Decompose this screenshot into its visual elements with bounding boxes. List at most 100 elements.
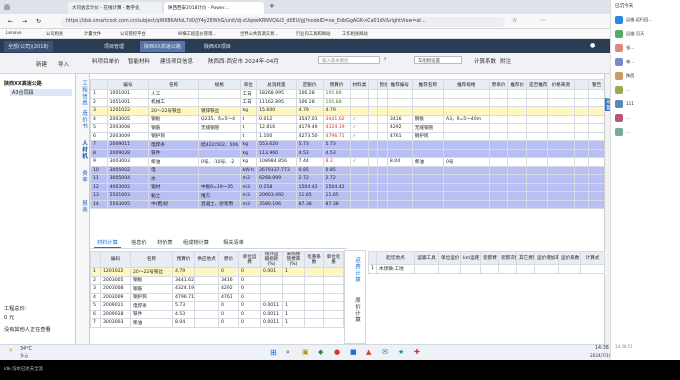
table-row[interactable]: 2 1051001 机械工 工日 11162.895 106.28 105.88 [90,97,605,107]
table-cell[interactable] [507,140,527,150]
table-cell[interactable]: kg [239,140,258,150]
table-cell[interactable]: 7 [90,318,101,328]
table-cell[interactable]: 4.79 [295,106,324,116]
table-cell[interactable]: 1 [282,301,305,311]
table-cell[interactable]: 0.001 [260,267,283,277]
chat-app-icon[interactable]: ✉ [382,348,388,356]
column-header[interactable]: 推荐名称 [411,79,444,90]
table-cell[interactable] [376,174,388,184]
column-header[interactable]: 编码 [100,251,131,268]
column-header[interactable]: 原价 [218,251,239,268]
table-cell[interactable]: 106.28 [295,89,324,99]
table-cell[interactable]: 工日 [239,89,258,99]
table-cell[interactable]: 4179.49 [295,123,324,133]
table-cell[interactable]: 1201022 [100,267,131,277]
table-cell[interactable] [323,318,344,328]
table-cell[interactable] [588,131,605,141]
table-cell[interactable] [349,140,370,150]
table-cell[interactable]: 电焊条 [148,140,199,150]
table-cell[interactable] [588,148,605,158]
table-cell[interactable] [546,97,575,107]
table-cell[interactable]: 0 [218,301,239,311]
table-cell[interactable]: 0.012 [256,114,297,124]
table-cell[interactable] [488,165,509,175]
table-cell[interactable] [488,148,509,158]
table-row[interactable]: 10 3005002 电 kW·h 2679137.773 0.85 0.85 [90,165,605,175]
table-cell[interactable] [386,165,413,175]
table-cell[interactable] [534,264,559,274]
table-cell[interactable] [526,182,548,192]
table-cell[interactable]: 0 [218,309,239,319]
table-cell[interactable]: 4.53 [322,148,351,158]
table-cell[interactable]: 中(粗)砂 [148,199,199,209]
table-cell[interactable] [368,157,378,167]
table-cell[interactable]: m3 [239,182,258,192]
column-header[interactable]: 是否推荐 [526,79,548,90]
table-cell[interactable] [573,148,590,158]
table-cell[interactable] [349,182,370,192]
table-cell[interactable] [349,89,370,99]
chat-item[interactable]: 运维-沉天 [615,30,644,38]
table-cell[interactable]: 5503005 [106,199,150,209]
table-cell[interactable]: 0.0011 [260,309,283,319]
table-cell[interactable] [573,174,590,184]
table-cell[interactable] [368,182,378,192]
table-cell[interactable] [588,199,605,209]
table-cell[interactable] [304,309,324,319]
table-cell[interactable] [442,140,490,150]
table-cell[interactable] [507,191,527,201]
table-cell[interactable] [588,174,605,184]
table-cell[interactable]: 11.65 [322,191,351,201]
table-cell[interactable] [488,157,509,167]
table-cell[interactable]: 2009011 [100,301,131,311]
table-row[interactable]: 12 4003002 锯材 中板δ=19～35 m3 0.258 1504.42 1504.4… [90,182,605,192]
table-cell[interactable] [349,174,370,184]
table-row[interactable]: 7 2009011 电焊条 结422(502、506 kg 553.620 5.73 5.73 [90,140,605,150]
tab-related-list[interactable]: 相关清单 [220,238,247,247]
table-cell[interactable] [368,123,378,133]
table-cell[interactable] [507,165,527,175]
back-icon[interactable]: ← [8,18,13,25]
table-row[interactable]: 4 2003009 钢护筒 4796.71 4761 0 [90,292,344,302]
column-header[interactable]: 材料类 [349,79,370,90]
column-header[interactable]: 编号 [106,79,150,90]
column-header[interactable] [368,251,377,265]
table-row[interactable]: 14 5503005 中(粗)砂 混凝土、砂浆用 m3 3580.196 87.38 87.3… [90,199,605,209]
table-row[interactable]: 7 3003003 柴油 8.04 0 0 0.0011 1 [90,318,344,328]
table-cell[interactable]: 2 [90,275,101,285]
table-cell[interactable]: 4.79 [322,106,351,116]
table-cell[interactable] [368,174,378,184]
table-cell[interactable]: 6 [90,309,101,319]
column-header[interactable]: 总消耗量 [256,79,297,90]
table-cell[interactable]: 105.88 [322,89,351,99]
table-cell[interactable] [411,199,444,209]
table-cell[interactable]: 0 [238,267,261,277]
explorer-icon[interactable]: ▣ [302,348,309,356]
table-cell[interactable]: 3441.62 [172,275,195,285]
vehicle-tax-select[interactable]: 车船税设置 [414,56,462,64]
table-cell[interactable]: 6 [90,131,108,141]
table-cell[interactable]: 钢护筒 [148,131,199,141]
table-row[interactable]: 1 1201022 20～22号铁丝 4.79 0 0 0.001 1 [90,267,344,277]
table-cell[interactable] [376,123,388,133]
table-cell[interactable]: 人工 [148,89,199,99]
table-cell[interactable] [323,275,344,285]
table-cell[interactable] [197,148,241,158]
table-cell[interactable] [588,123,605,133]
table-cell[interactable] [460,264,481,274]
table-cell[interactable] [368,148,378,158]
table-cell[interactable]: 14 [90,199,108,209]
table-cell[interactable] [507,89,527,99]
table-cell[interactable]: 1 [368,264,377,274]
table-cell[interactable]: 4273.50 [295,131,324,141]
table-cell[interactable]: 木场镇-工地 [376,264,415,274]
table-cell[interactable]: 0.85 [295,165,324,175]
table-cell[interactable] [349,148,370,158]
table-cell[interactable]: 0 [218,318,239,328]
table-cell[interactable]: 2679137.773 [256,165,297,175]
table-cell[interactable] [526,199,548,209]
table-cell[interactable]: 87.38 [322,199,351,209]
table-cell[interactable]: 1504.42 [322,182,351,192]
table-cell[interactable] [282,292,305,302]
table-cell[interactable] [386,199,413,209]
